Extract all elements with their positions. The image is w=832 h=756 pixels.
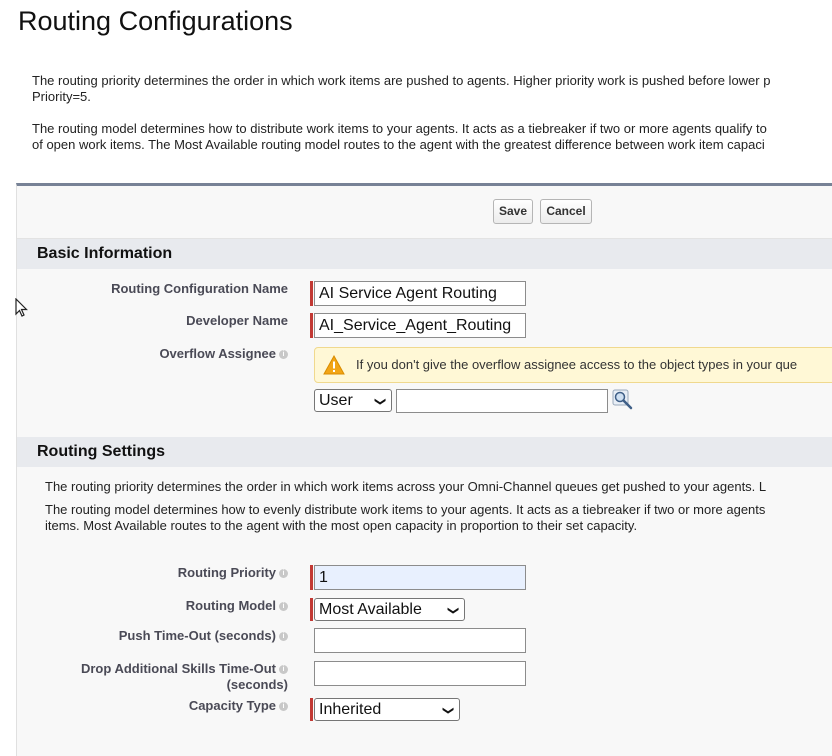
capacity-type-select[interactable]: Inherited ❮ [314, 698, 460, 721]
overflow-type-value: User [319, 392, 353, 409]
push-timeout-label-text: Push Time-Out (seconds) [118, 628, 276, 643]
lookup-magnifier-icon[interactable] [612, 389, 636, 411]
capacity-type-value: Inherited [319, 701, 382, 718]
routing-settings-desc-model-line2: items. Most Available routes to the agen… [45, 518, 638, 533]
chevron-down-icon: ❮ [446, 605, 459, 616]
save-button[interactable]: Save [493, 199, 533, 224]
required-indicator [310, 698, 313, 721]
intro-priority-line2: Priority=5. [32, 89, 91, 104]
chevron-down-icon: ❮ [441, 705, 454, 716]
routing-settings-desc-model-line1: The routing model determines how to even… [45, 502, 766, 517]
page-title: Routing Configurations [18, 6, 293, 36]
overflow-warning-banner: If you don't give the overflow assignee … [314, 347, 832, 383]
drop-skills-label-line2: (seconds) [226, 677, 288, 692]
section-routing-settings: Routing Settings [17, 437, 832, 467]
drop-skills-timeout-input[interactable] [314, 661, 526, 686]
capacity-type-label-text: Capacity Type [188, 698, 276, 713]
routing-model-label-text: Routing Model [185, 598, 276, 613]
drop-skills-timeout-label: Drop Additional Skills Time-Out i (second… [0, 661, 288, 693]
overflow-type-select[interactable]: User ❮ [314, 389, 392, 412]
help-icon[interactable]: i [279, 632, 288, 642]
routing-priority-label: Routing Priority i [0, 565, 288, 580]
routing-priority-input[interactable]: 1 [314, 565, 526, 590]
routing-priority-label-text: Routing Priority [177, 565, 276, 580]
help-icon[interactable]: i [279, 350, 288, 360]
required-indicator [310, 598, 313, 621]
routing-config-name-label: Routing Configuration Name [111, 281, 288, 296]
routing-model-select[interactable]: Most Available ❮ [314, 598, 465, 621]
help-icon[interactable]: i [279, 665, 288, 675]
intro-model-line2: of open work items. The Most Available r… [32, 137, 765, 152]
intro-model-line1: The routing model determines how to dist… [32, 121, 767, 136]
developer-name-label: Developer Name [186, 313, 288, 328]
developer-name-input[interactable]: AI_Service_Agent_Routing [314, 313, 526, 338]
warning-text: If you don't give the overflow assignee … [356, 357, 798, 372]
push-timeout-input[interactable] [314, 628, 526, 653]
required-indicator [310, 281, 313, 306]
overflow-assignee-input[interactable] [396, 389, 608, 413]
push-timeout-label: Push Time-Out (seconds) i [0, 628, 288, 643]
required-indicator [310, 313, 313, 338]
section-title: Basic Information [37, 245, 173, 262]
section-basic-information: Basic Information [17, 239, 832, 269]
help-icon[interactable]: i [279, 569, 288, 579]
help-icon[interactable]: i [279, 602, 288, 612]
routing-model-value: Most Available [319, 601, 422, 618]
intro-priority-line1: The routing priority determines the orde… [32, 73, 771, 88]
overflow-assignee-label-text: Overflow Assignee [159, 346, 276, 361]
chevron-down-icon: ❮ [373, 396, 386, 407]
routing-model-label: Routing Model i [0, 598, 288, 613]
required-indicator [310, 565, 313, 590]
cancel-button[interactable]: Cancel [540, 199, 592, 224]
overflow-assignee-label: Overflow Assignee i [0, 346, 288, 361]
routing-settings-desc-priority: The routing priority determines the orde… [45, 479, 767, 494]
capacity-type-label: Capacity Type i [0, 698, 288, 713]
warning-icon [323, 355, 345, 375]
section-title: Routing Settings [37, 443, 165, 460]
drop-skills-label-line1: Drop Additional Skills Time-Out [80, 661, 276, 676]
help-icon[interactable]: i [279, 702, 288, 712]
routing-config-name-input[interactable]: AI Service Agent Routing [314, 281, 526, 306]
